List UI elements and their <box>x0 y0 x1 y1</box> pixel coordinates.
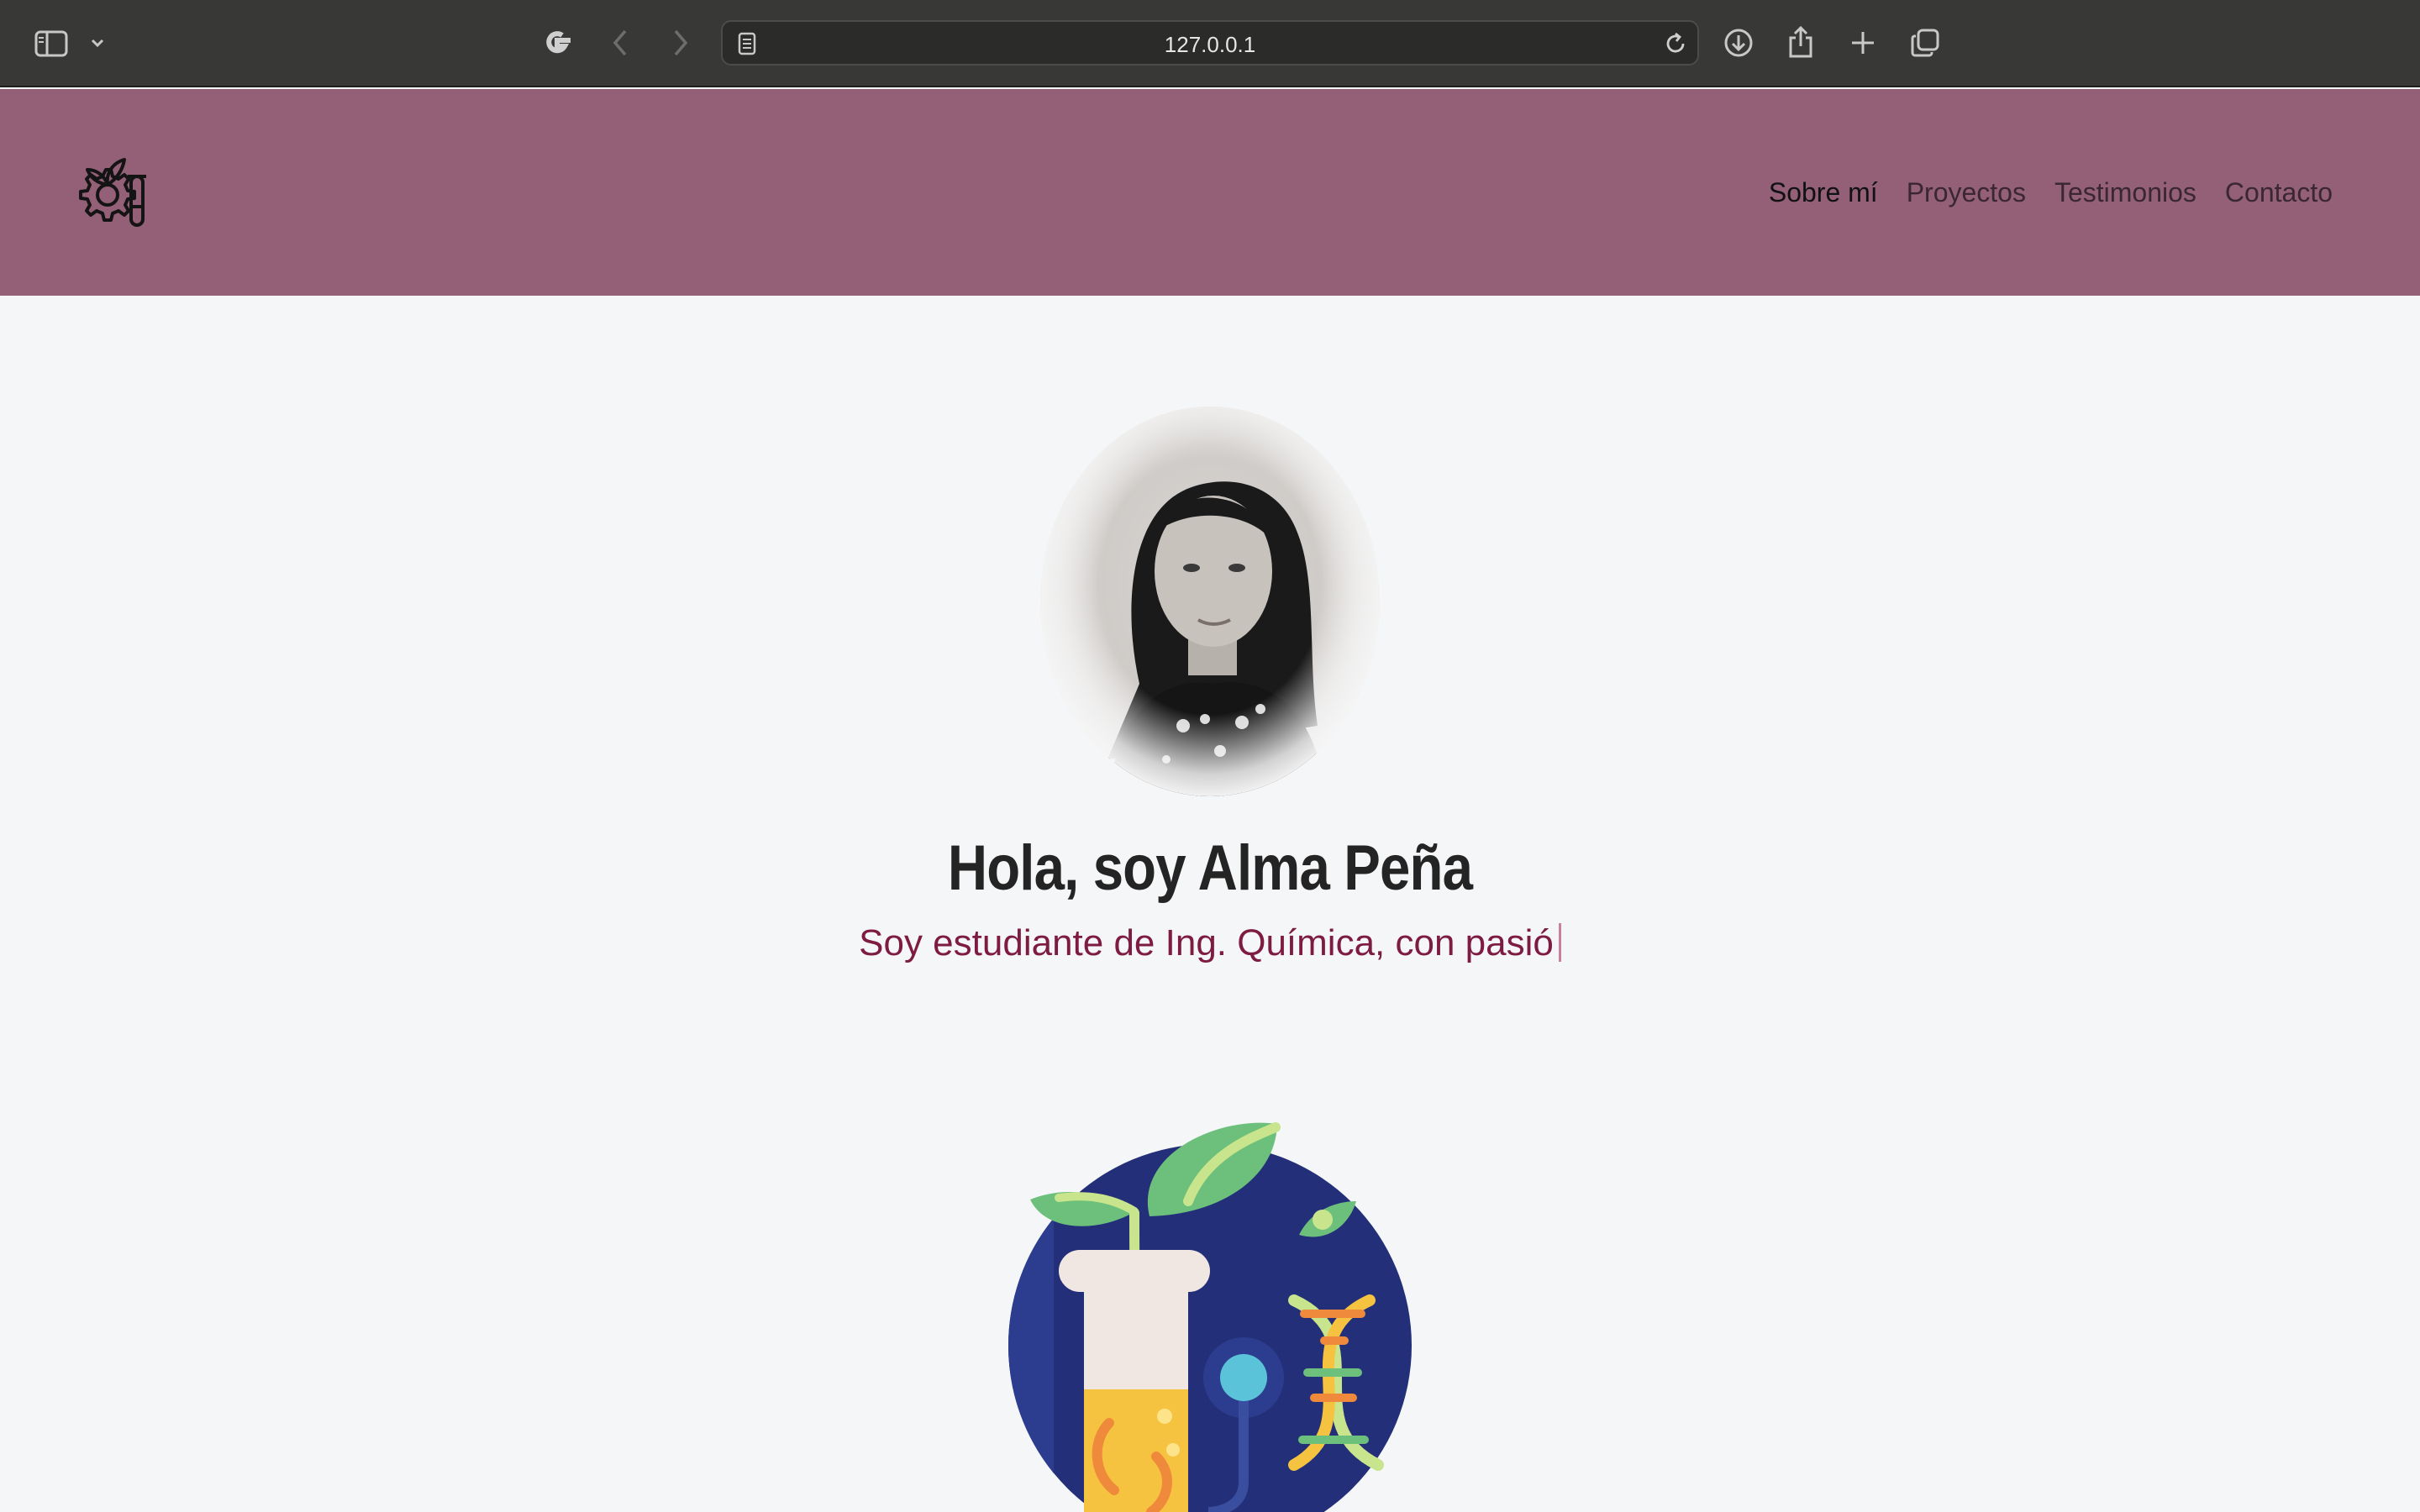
share-icon[interactable] <box>1781 22 1820 62</box>
google-icon[interactable] <box>538 24 576 62</box>
browser-toolbar: 127.0.0.1 <box>0 0 2420 87</box>
hero-subtitle: Soy estudiante de Ing. Química, con pasi… <box>0 922 2420 964</box>
typed-text: Soy estudiante de Ing. Química, con pasi… <box>859 922 1554 963</box>
profile-photo <box>1040 407 1380 796</box>
tabs-overview-icon[interactable] <box>1906 24 1944 62</box>
reload-icon[interactable] <box>1662 30 1689 57</box>
typing-cursor <box>1558 923 1561 962</box>
sidebar-icon[interactable] <box>32 27 71 60</box>
download-icon[interactable] <box>1719 24 1758 62</box>
site-header: Sobre mí Proyectos Testimonios Contacto <box>0 89 2420 296</box>
address-bar[interactable]: 127.0.0.1 <box>721 20 1699 66</box>
science-illustration <box>1007 1121 1412 1512</box>
gear-flask-plant-icon[interactable] <box>72 148 160 235</box>
chevron-down-icon[interactable] <box>87 32 108 54</box>
nav-link-projects[interactable]: Proyectos <box>1907 177 2026 208</box>
nav-link-about[interactable]: Sobre mí <box>1769 177 1878 208</box>
main-nav: Sobre mí Proyectos Testimonios Contacto <box>1769 89 2333 296</box>
hero-title: Hola, soy Alma Peña <box>947 832 1473 904</box>
new-tab-icon[interactable] <box>1844 24 1882 62</box>
back-icon[interactable] <box>607 25 634 60</box>
forward-icon[interactable] <box>667 25 694 60</box>
url-text[interactable]: 127.0.0.1 <box>723 22 1697 67</box>
nav-link-testimonials[interactable]: Testimonios <box>2054 177 2196 208</box>
nav-link-contact[interactable]: Contacto <box>2225 177 2333 208</box>
